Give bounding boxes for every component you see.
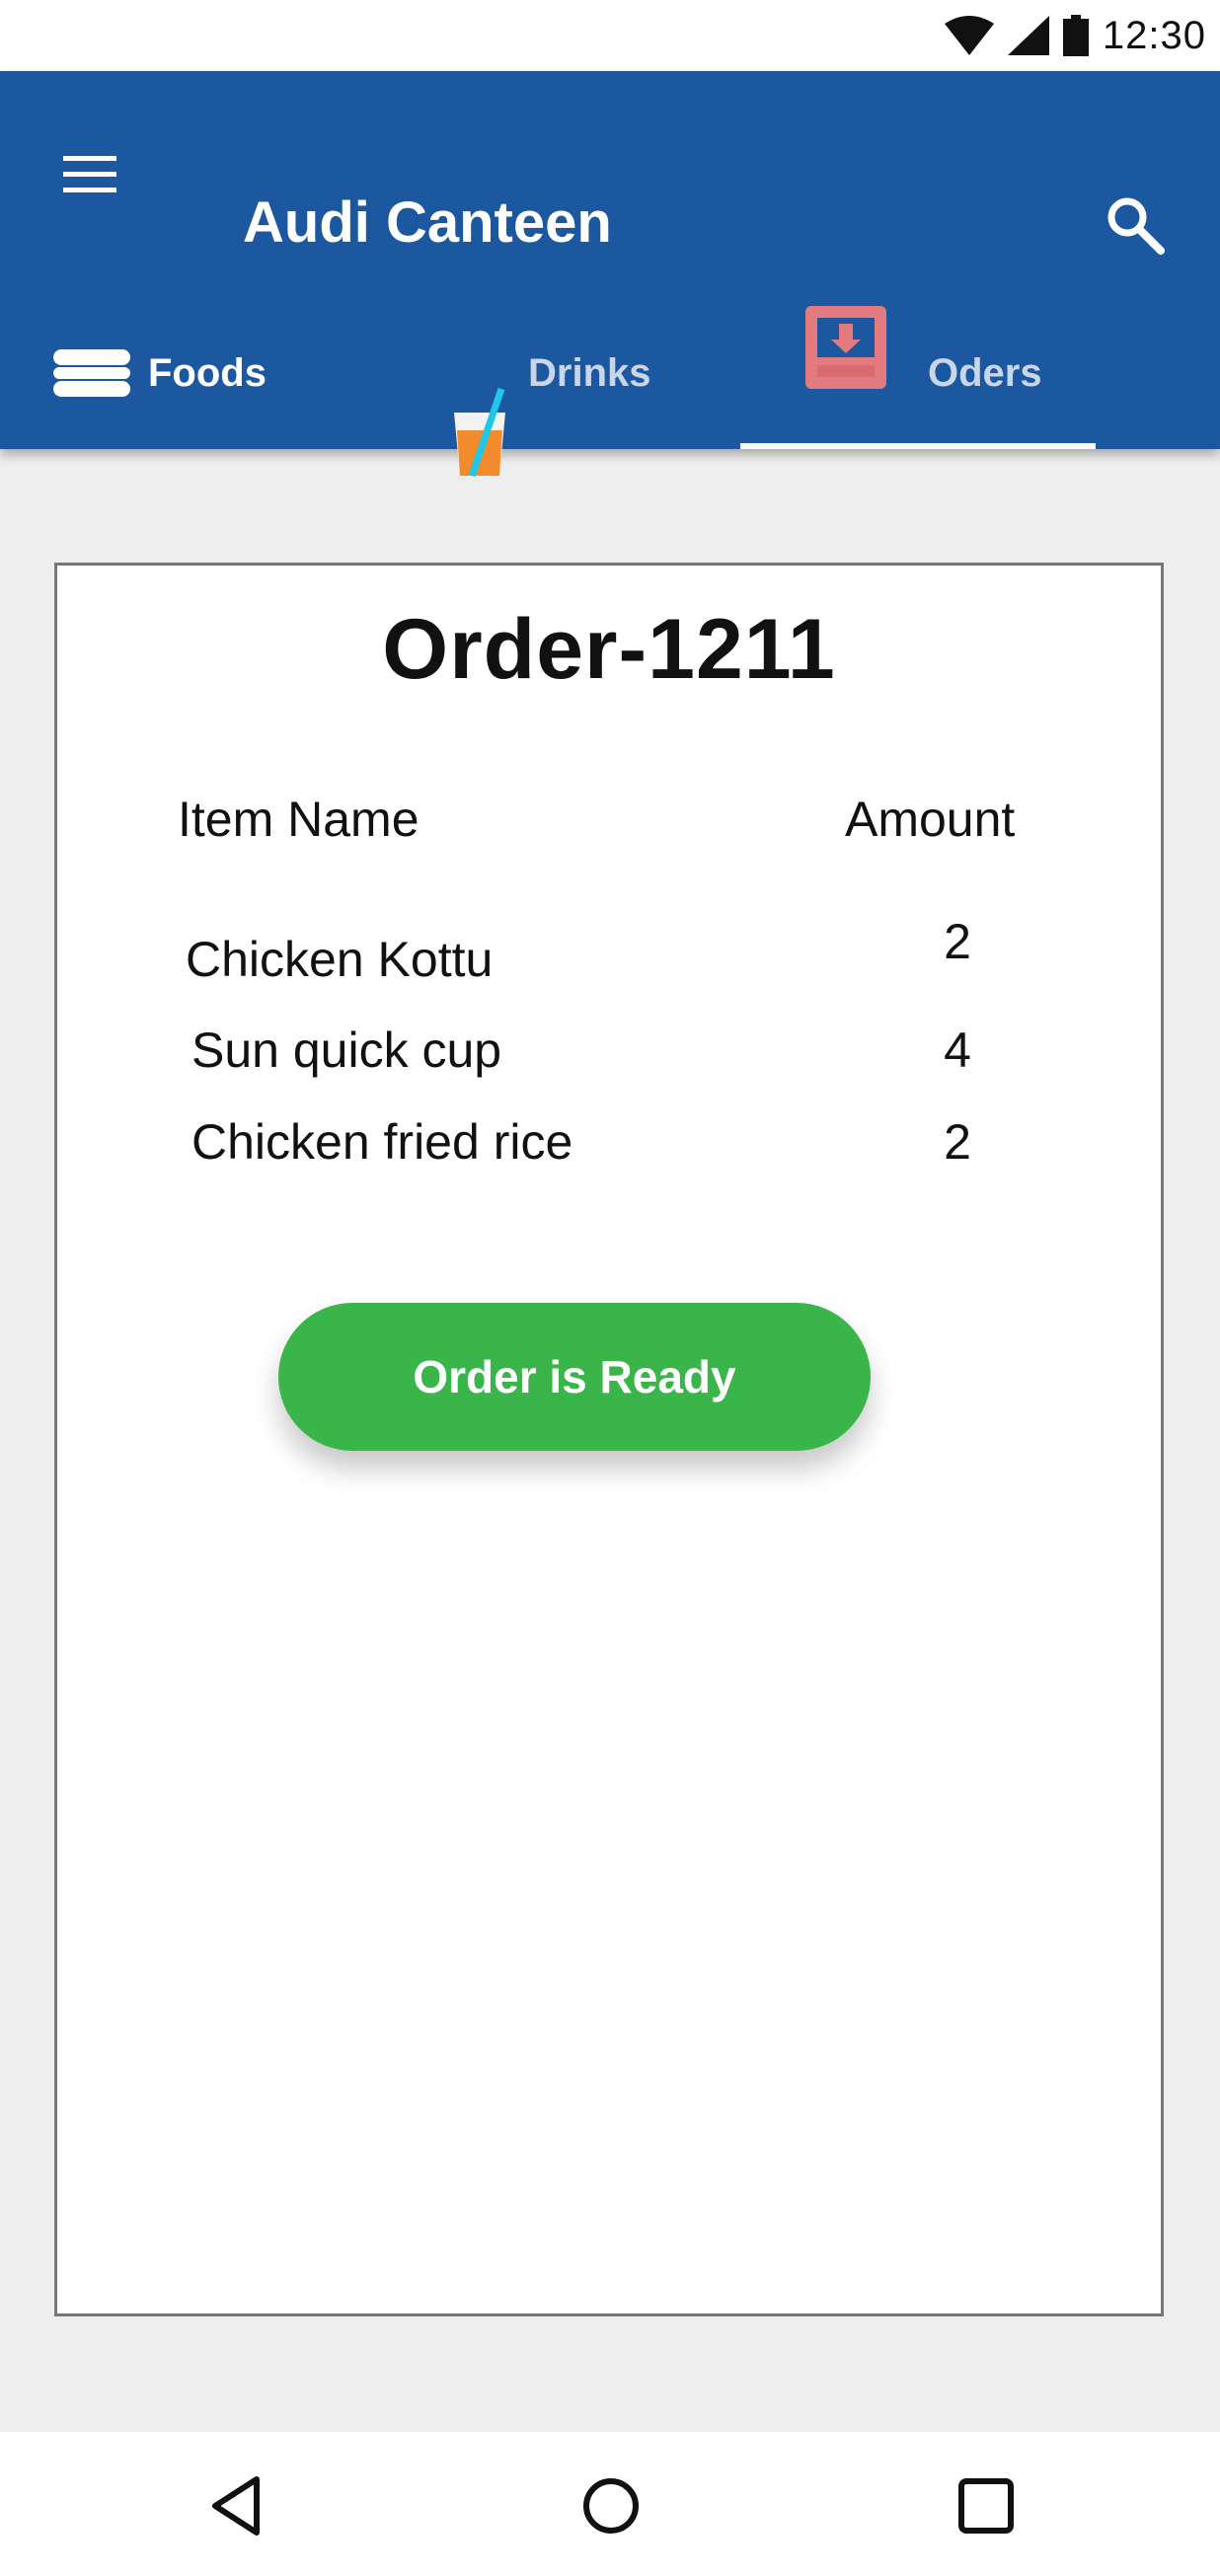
item-name-header: Item Name [178,792,419,847]
tab-orders[interactable]: Oders [740,306,1096,449]
search-icon [1107,197,1165,255]
inbox-download-icon [805,306,886,389]
tab-bar: Foods Drinks Oders [0,306,1220,478]
battery-icon [1062,15,1089,56]
back-icon [212,2476,260,2536]
drink-cup-icon [454,387,505,478]
status-time: 12:30 [1102,13,1206,57]
burger-icon [53,349,130,397]
tab-orders-label: Oders [928,351,1042,395]
home-icon [583,2478,639,2534]
recents-icon [958,2478,1014,2534]
order-title: Order-1211 [382,602,836,697]
list-item-name: Sun quick cup [191,1023,502,1078]
list-item-name: Chicken Kottu [186,932,494,987]
app-title: Audi Canteen [243,190,612,255]
order-card: Order-1211 Item Name Amount Chicken Kott… [54,563,1164,2316]
tab-selected-indicator [740,443,1096,449]
amount-header: Amount [845,792,1016,847]
navigation-bar [0,2432,1220,2576]
order-ready-button[interactable]: Order is Ready [278,1303,871,1451]
status-bar: 12:30 [0,0,1220,71]
menu-icon [63,156,116,192]
tab-drinks-label: Drinks [528,351,651,395]
home-button[interactable] [576,2471,646,2540]
list-item-name: Chicken fried rice [191,1114,573,1170]
cell-signal-icon [1007,16,1049,55]
list-item-amount: 4 [944,1023,971,1078]
app-bar: Audi Canteen Foods Drinks Oders [0,71,1220,478]
tab-foods-label: Foods [148,351,267,395]
list-item-amount: 2 [944,914,971,969]
menu-button[interactable] [61,152,120,197]
tab-foods[interactable]: Foods [0,308,365,449]
search-button[interactable] [1104,193,1167,257]
wifi-icon [944,16,994,55]
list-item-amount: 2 [944,1114,971,1170]
recents-button[interactable] [952,2471,1021,2540]
tab-drinks[interactable]: Drinks [385,308,740,478]
status-icons: 12:30 [944,0,1206,71]
back-button[interactable] [203,2471,272,2540]
